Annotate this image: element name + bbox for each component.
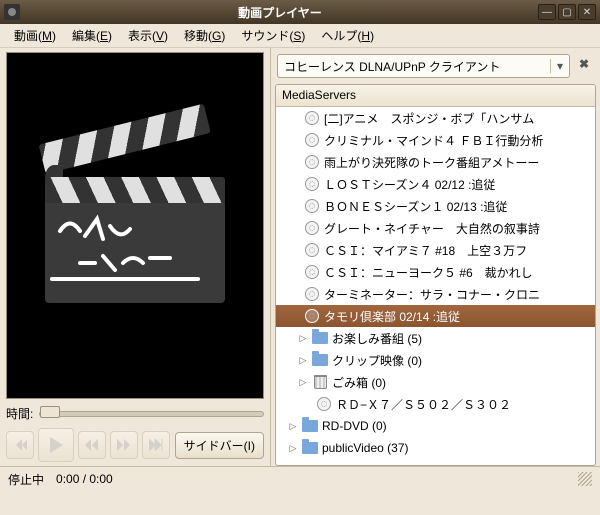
tree-item[interactable]: [二]アニメ スポンジ・ボブ「ハンサム	[276, 107, 595, 129]
trash-icon	[312, 374, 328, 390]
menu-help[interactable]: ヘルプ(H)	[313, 24, 382, 47]
tree-body[interactable]: [二]アニメ スポンジ・ボブ「ハンサムクリミナル・マインド４ ＦＢＩ行動分析雨上…	[276, 107, 595, 465]
tree-item-label: クリミナル・マインド４ ＦＢＩ行動分析	[324, 132, 543, 149]
menu-go[interactable]: 移動(G)	[176, 24, 233, 47]
minimize-button[interactable]: —	[538, 4, 556, 20]
tree-item-label: お楽しみ番組 (5)	[332, 330, 422, 347]
expander-icon[interactable]: ▷	[296, 355, 310, 366]
tree-folder-trash[interactable]: ▷ ごみ箱 (0)	[276, 371, 595, 393]
window-title: 動画プレイヤー	[24, 4, 536, 21]
disc-icon	[304, 286, 320, 302]
playback-time: 0:00 / 0:00	[56, 472, 113, 486]
tree-folder[interactable]: ▷ RD-DVD (0)	[276, 415, 595, 437]
disc-icon	[304, 242, 320, 258]
disc-icon	[304, 110, 320, 126]
tree-item-label: RD-DVD (0)	[322, 419, 387, 433]
close-sidebar-icon[interactable]: ✖	[574, 54, 594, 74]
tree-item[interactable]: クリミナル・マインド４ ＦＢＩ行動分析	[276, 129, 595, 151]
playback-controls: サイドバー(I)	[6, 428, 264, 466]
tree-item[interactable]: グレート・ネイチャー 大自然の叙事詩	[276, 217, 595, 239]
disc-icon	[304, 198, 320, 214]
tree-item-label: ごみ箱 (0)	[332, 374, 386, 391]
tree-item[interactable]: ＬＯＳＴシーズン４ 02/12 :追従	[276, 173, 595, 195]
expander-icon[interactable]: ▷	[286, 443, 300, 454]
playback-state: 停止中	[8, 471, 44, 488]
prev-button[interactable]	[6, 431, 34, 459]
tree-item[interactable]: ＣＳＩ：ニューヨーク５ #6 裁かれし	[276, 261, 595, 283]
status-bar: 停止中 0:00 / 0:00	[0, 466, 600, 491]
menu-edit[interactable]: 編集(E)	[64, 24, 120, 47]
tree-item[interactable]: ＢＯＮＥＳシーズン１ 02/13 :追従	[276, 195, 595, 217]
disc-icon	[304, 132, 320, 148]
rewind-button[interactable]	[78, 431, 106, 459]
tree-item[interactable]: ＲＤ−Ｘ７／Ｓ５０２／Ｓ３０２	[276, 393, 595, 415]
tree-item-label: タモリ倶楽部 02/14 :追従	[324, 308, 460, 325]
tree-item-label: ＬＯＳＴシーズン４ 02/12 :追従	[324, 176, 495, 193]
left-pane: 時間: サイドバー(I)	[0, 48, 270, 466]
sidebar-pane: コヒーレンス DLNA/UPnP クライアント ▾ ✖ MediaServers…	[270, 48, 600, 466]
tree-folder[interactable]: ▷ publicVideo (37)	[276, 437, 595, 459]
expander-icon[interactable]: ▷	[296, 333, 310, 344]
folder-icon	[302, 418, 318, 434]
tree-item[interactable]: ターミネーター：サラ・コナー・クロニ	[276, 283, 595, 305]
disc-icon	[304, 308, 320, 324]
menubar: 動画(M) 編集(E) 表示(V) 移動(G) サウンド(S) ヘルプ(H)	[0, 24, 600, 48]
disc-icon	[304, 176, 320, 192]
menu-view[interactable]: 表示(V)	[120, 24, 176, 47]
menu-video[interactable]: 動画(M)	[6, 24, 64, 47]
seek-thumb[interactable]	[40, 406, 60, 418]
chevron-down-icon: ▾	[550, 59, 563, 73]
disc-icon	[304, 220, 320, 236]
tree-folder[interactable]: ▷ クリップ映像 (0)	[276, 349, 595, 371]
video-area[interactable]	[6, 52, 264, 399]
tree-item-label: ＲＤ−Ｘ７／Ｓ５０２／Ｓ３０２	[336, 396, 511, 413]
close-button[interactable]: ✕	[578, 4, 596, 20]
app-icon	[4, 4, 20, 20]
combo-row: コヒーレンス DLNA/UPnP クライアント ▾ ✖	[275, 52, 596, 84]
menu-sound[interactable]: サウンド(S)	[233, 24, 313, 47]
tree-item-label: グレート・ネイチャー 大自然の叙事詩	[324, 220, 540, 237]
tree-item-label: ＢＯＮＥＳシーズン１ 02/13 :追従	[324, 198, 507, 215]
main-area: 時間: サイドバー(I) コヒーレンス DLNA/UPnP クライアント ▾ ✖…	[0, 48, 600, 466]
next-button[interactable]	[142, 431, 170, 459]
expander-icon[interactable]: ▷	[286, 421, 300, 432]
tree-item[interactable]: 雨上がり決死隊のトーク番組アメトーー	[276, 151, 595, 173]
play-button[interactable]	[38, 428, 74, 462]
tree-item-label: [二]アニメ スポンジ・ボブ「ハンサム	[324, 110, 534, 127]
tree-item[interactable]: タモリ倶楽部 02/14 :追従	[276, 305, 595, 327]
source-combo[interactable]: コヒーレンス DLNA/UPnP クライアント ▾	[277, 54, 570, 78]
sidebar-toggle-button[interactable]: サイドバー(I)	[175, 432, 264, 459]
tree-item-label: ＣＳＩ：ニューヨーク５ #6 裁かれし	[324, 264, 533, 281]
resize-grip[interactable]	[578, 472, 592, 486]
folder-icon	[312, 352, 328, 368]
tree-item-label: クリップ映像 (0)	[332, 352, 422, 369]
time-row: 時間:	[6, 399, 264, 428]
tree-item-label: publicVideo (37)	[322, 441, 409, 455]
titlebar: 動画プレイヤー — ▢ ✕	[0, 0, 600, 24]
disc-icon	[316, 396, 332, 412]
time-label: 時間:	[6, 405, 33, 422]
tree-view: MediaServers [二]アニメ スポンジ・ボブ「ハンサムクリミナル・マイ…	[275, 84, 596, 466]
disc-icon	[304, 154, 320, 170]
combo-selected-label: コヒーレンス DLNA/UPnP クライアント	[284, 58, 500, 75]
tree-item-label: ＣＳＩ：マイアミ７ #18 上空３万フ	[324, 242, 527, 259]
forward-button[interactable]	[110, 431, 138, 459]
tree-folder[interactable]: ▷ お楽しみ番組 (5)	[276, 327, 595, 349]
tree-item-label: ターミネーター：サラ・コナー・クロニ	[324, 286, 540, 303]
maximize-button[interactable]: ▢	[558, 4, 576, 20]
folder-icon	[302, 440, 318, 456]
disc-icon	[304, 264, 320, 280]
tree-item-label: 雨上がり決死隊のトーク番組アメトーー	[324, 154, 539, 171]
expander-icon[interactable]: ▷	[296, 377, 310, 388]
seek-slider[interactable]	[39, 411, 264, 417]
tree-header[interactable]: MediaServers	[276, 85, 595, 107]
clapperboard-icon	[45, 141, 225, 311]
folder-icon	[312, 330, 328, 346]
tree-item[interactable]: ＣＳＩ：マイアミ７ #18 上空３万フ	[276, 239, 595, 261]
